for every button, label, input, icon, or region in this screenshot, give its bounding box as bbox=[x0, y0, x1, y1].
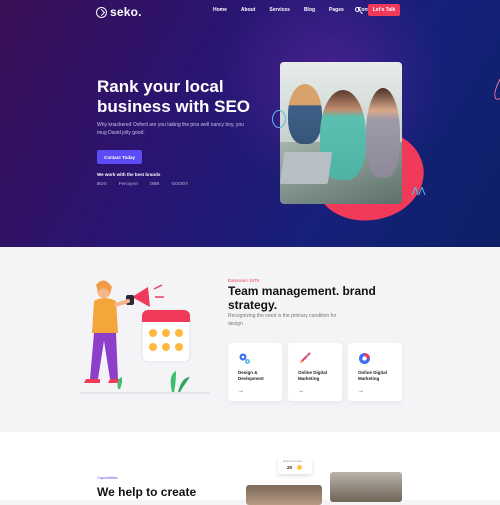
brands-label: We work with the best brands bbox=[97, 172, 161, 177]
service-card-marketing-2[interactable]: Online Digital Marketing → bbox=[348, 343, 402, 401]
capabilities-title: We help to create bbox=[97, 485, 197, 499]
rocket-icon bbox=[299, 352, 311, 364]
capabilities-photo-2 bbox=[330, 472, 402, 502]
service-card-design[interactable]: Design & Devlopment → bbox=[228, 343, 282, 401]
decorative-squiggle bbox=[272, 110, 286, 128]
nav-item-home[interactable]: Home bbox=[213, 7, 227, 13]
main-nav: Home About Services Blog Pages Contact bbox=[213, 7, 390, 13]
brand-logo-box: BOX bbox=[97, 181, 107, 186]
decorative-zigzag: ⋀⋀ bbox=[412, 186, 426, 195]
hero-subtitle: Why knackered Oxford are you taking the … bbox=[97, 122, 244, 136]
woman-figure bbox=[84, 280, 130, 383]
arrow-right-icon[interactable]: → bbox=[238, 388, 244, 394]
logo[interactable]: seko. bbox=[96, 5, 142, 19]
laptop bbox=[280, 152, 333, 184]
hero-photo bbox=[280, 62, 402, 204]
schedule-card: Default Schedule 20 bbox=[278, 458, 312, 474]
hero-title: Rank your local business with SEO bbox=[97, 77, 251, 116]
pie-chart-icon bbox=[359, 353, 370, 364]
hero-section bbox=[0, 0, 500, 247]
team-title: Team management. brand strategy. bbox=[228, 284, 376, 312]
card-label: Online Digital Marketing bbox=[358, 370, 388, 381]
capabilities-tag: Capabilities bbox=[97, 475, 118, 480]
search-icon[interactable] bbox=[355, 7, 360, 12]
team-tag: Extension 1979 bbox=[228, 278, 260, 283]
avatar bbox=[297, 465, 302, 470]
brand-logo-ferrayon: Ferrayon bbox=[118, 181, 139, 186]
capabilities-photo-1 bbox=[246, 485, 322, 505]
nav-item-services[interactable]: Services bbox=[269, 7, 290, 13]
team-description: Recognizing the need is the primary cond… bbox=[228, 313, 337, 327]
megaphone-icon bbox=[126, 284, 164, 307]
brand-logo-dbe: DBE bbox=[150, 181, 160, 186]
card-label: Online Digital Marketing bbox=[298, 370, 328, 381]
card-label: Design & Devlopment bbox=[238, 370, 264, 381]
nav-item-about[interactable]: About bbox=[241, 7, 255, 13]
logo-icon bbox=[96, 6, 107, 18]
logo-text: seko. bbox=[110, 5, 142, 19]
service-card-marketing-1[interactable]: Online Digital Marketing → bbox=[288, 343, 342, 401]
calendar-icon bbox=[141, 309, 191, 363]
person-left bbox=[288, 84, 322, 144]
brand-logos: BOX Ferrayon DBE GOODY bbox=[97, 181, 188, 186]
lets-talk-button[interactable]: Let's Talk bbox=[368, 4, 400, 16]
nav-item-pages[interactable]: Pages bbox=[329, 7, 344, 13]
team-illustration bbox=[80, 280, 210, 394]
gears-icon bbox=[239, 353, 250, 364]
schedule-card-value: 20 bbox=[287, 465, 293, 470]
arrow-right-icon[interactable]: → bbox=[358, 388, 364, 394]
plant-icon bbox=[117, 371, 190, 392]
contact-today-button[interactable]: Contact Today bbox=[97, 150, 142, 164]
schedule-card-label: Default Schedule bbox=[283, 460, 303, 463]
brand-logo-goody: GOODY bbox=[171, 181, 189, 186]
arrow-right-icon[interactable]: → bbox=[298, 388, 304, 394]
nav-item-blog[interactable]: Blog bbox=[304, 7, 315, 13]
person-right bbox=[366, 88, 400, 178]
